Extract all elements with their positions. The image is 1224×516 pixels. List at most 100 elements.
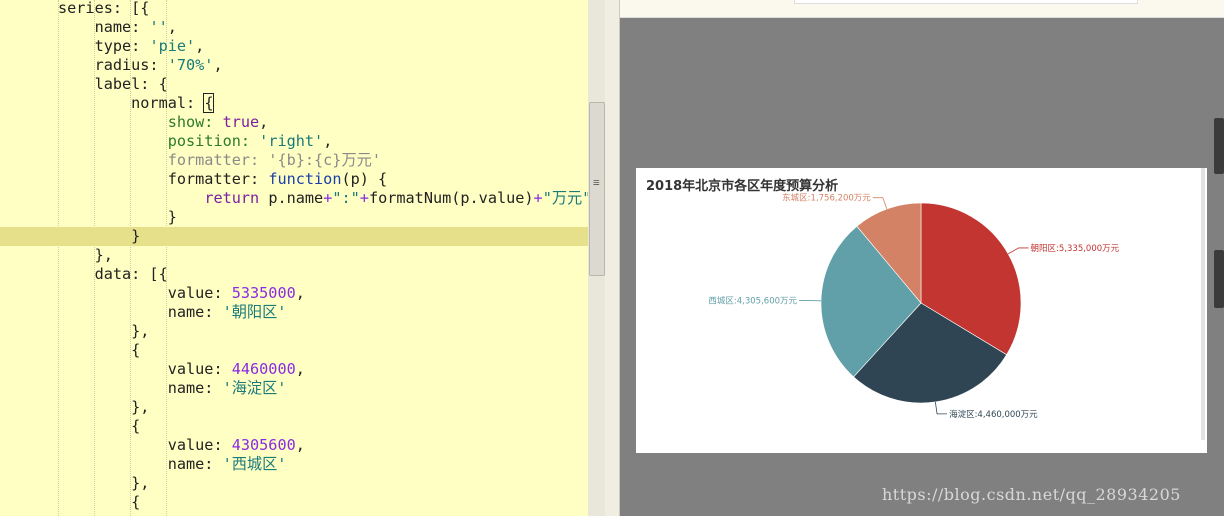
code-token: formatter:	[58, 170, 269, 188]
code-line[interactable]: }	[0, 208, 588, 227]
code-token: 4460000	[231, 360, 296, 378]
watermark: https://blog.csdn.net/qq_28934205	[882, 485, 1181, 504]
code-token: (p) {	[341, 170, 388, 188]
code-line[interactable]: }	[0, 227, 588, 246]
code-token: }	[58, 227, 141, 245]
code-line[interactable]: },	[0, 246, 588, 265]
code-line[interactable]: label: {	[0, 75, 588, 94]
code-token: },	[58, 322, 150, 340]
label-line	[934, 401, 948, 415]
editor-scrollbar-thumb[interactable]: ≡	[589, 102, 605, 276]
label-line	[872, 197, 888, 210]
code-token: name:	[58, 379, 223, 397]
code-line[interactable]: },	[0, 474, 588, 493]
code-token: ''	[149, 18, 168, 36]
slice-label: 海淀区:4,460,000万元	[949, 409, 1038, 420]
code-token: function	[268, 170, 342, 188]
editor-scrollbar[interactable]: ≡	[588, 0, 605, 516]
code-line[interactable]: data: [{	[0, 265, 588, 284]
code-line[interactable]: value: 4460000,	[0, 360, 588, 379]
code-token: {	[203, 93, 215, 113]
code-token: {	[58, 493, 141, 511]
code-token: name:	[58, 455, 223, 473]
slice-label: 朝阳区:5,335,000万元	[1031, 244, 1120, 254]
code-token: p.name	[259, 189, 324, 207]
code-token: normal:	[58, 94, 205, 112]
code-token: formatter: '{b}:{c}万元'	[58, 151, 381, 169]
code-token: show:	[58, 113, 223, 131]
code-line[interactable]: value: 4305600,	[0, 436, 588, 455]
code-token: '朝阳区'	[222, 303, 287, 321]
code-token: 'right'	[259, 132, 324, 150]
code-token: series: [{	[58, 0, 150, 17]
code-line[interactable]: {	[0, 341, 588, 360]
code-token: label: {	[58, 75, 168, 93]
side-gadget[interactable]	[1214, 118, 1224, 174]
code-token: ,	[195, 37, 205, 55]
pane-splitter[interactable]	[605, 0, 620, 516]
code-token: ,	[213, 56, 223, 74]
code-token: ,	[295, 360, 305, 378]
code-line[interactable]: },	[0, 322, 588, 341]
code-token: +	[323, 189, 333, 207]
code-token: {	[58, 341, 141, 359]
code-token: ,	[295, 436, 305, 454]
code-line[interactable]: type: 'pie',	[0, 37, 588, 56]
chart-container: 朝阳区:5,335,000万元 海淀区:4,460,000万元 西城区:4,305,…	[636, 168, 1207, 453]
code-line[interactable]: },	[0, 398, 588, 417]
side-gadget[interactable]	[1214, 250, 1224, 308]
code-token: radius:	[58, 56, 168, 74]
code-line[interactable]: name: '',	[0, 18, 588, 37]
code-token: {	[58, 417, 141, 435]
code-token: formatNum(p.value)	[368, 189, 534, 207]
code-line[interactable]: radius: '70%',	[0, 56, 588, 75]
code-line[interactable]: name: '朝阳区'	[0, 303, 588, 322]
code-token: '海淀区'	[222, 379, 287, 397]
code-token: data: [{	[58, 265, 168, 283]
code-token: 5335000	[231, 284, 296, 302]
code-line[interactable]: {	[0, 493, 588, 512]
code-token: },	[58, 246, 113, 264]
code-line[interactable]: normal: {	[0, 93, 588, 113]
code-token: value:	[58, 284, 232, 302]
code-token: '西城区'	[222, 455, 287, 473]
preview-pane: 朝阳区:5,335,000万元 海淀区:4,460,000万元 西城区:4,305,…	[620, 0, 1224, 516]
code-line[interactable]: formatter: '{b}:{c}万元'	[0, 151, 588, 170]
preview-toolbar	[620, 0, 1224, 18]
code-line[interactable]: value: 5335000,	[0, 284, 588, 303]
code-token: return	[204, 189, 260, 207]
code-token: ,	[295, 284, 305, 302]
code-token: name:	[58, 303, 223, 321]
code-token: value:	[58, 436, 232, 454]
code-token: '70%'	[167, 56, 214, 74]
chart-scrollbar[interactable]	[1201, 168, 1205, 440]
code-line[interactable]: name: '西城区'	[0, 455, 588, 474]
code-token: +	[359, 189, 369, 207]
code-token: value:	[58, 360, 232, 378]
code-line[interactable]: name: '海淀区'	[0, 379, 588, 398]
code-line[interactable]: show: true,	[0, 113, 588, 132]
code-token: ":"	[332, 189, 360, 207]
code-line[interactable]: series: [{	[0, 0, 588, 18]
code-line[interactable]: position: 'right',	[0, 132, 588, 151]
code-line[interactable]: return p.name+":"+formatNum(p.value)+"万元…	[0, 189, 588, 208]
code-line[interactable]: formatter: function(p) {	[0, 170, 588, 189]
code-editor[interactable]: series: [{ name: '', type: 'pie', radius…	[0, 0, 588, 516]
code-token: type:	[58, 37, 150, 55]
code-token: ,	[167, 18, 177, 36]
code-token: },	[58, 474, 150, 492]
code-token: 'pie'	[149, 37, 196, 55]
code-token: true	[222, 113, 260, 131]
label-line	[1007, 247, 1029, 255]
code-token: "万元"	[542, 189, 588, 207]
code-token: 4305600	[231, 436, 296, 454]
pie-chart: 朝阳区:5,335,000万元海淀区:4,460,000万元 西城区:4,305,…	[708, 193, 1120, 420]
code-line[interactable]: {	[0, 417, 588, 436]
code-token: name:	[58, 18, 150, 36]
code-token: position:	[58, 132, 260, 150]
code-token: }	[58, 208, 177, 226]
preview-address-box[interactable]	[794, 0, 1138, 4]
code-token: },	[58, 398, 150, 416]
code-line[interactable]	[0, 512, 588, 516]
